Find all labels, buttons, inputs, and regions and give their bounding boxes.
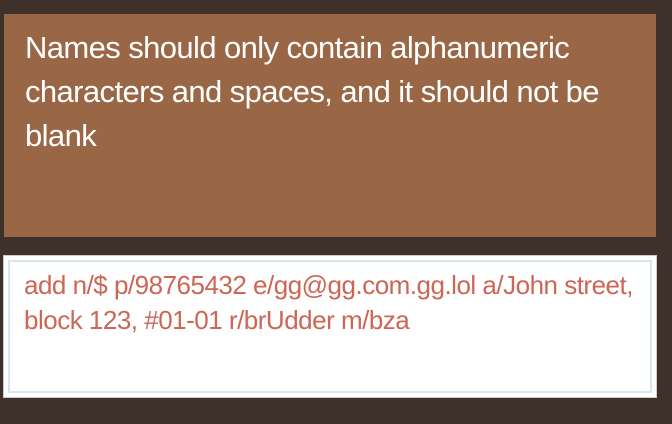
- command-input[interactable]: add n/$ p/98765432 e/gg@gg.com.gg.lol a/…: [8, 260, 652, 393]
- command-box[interactable]: add n/$ p/98765432 e/gg@gg.com.gg.lol a/…: [3, 255, 657, 398]
- result-display: Names should only contain alphanumeric c…: [4, 14, 656, 237]
- result-message: Names should only contain alphanumeric c…: [25, 30, 600, 153]
